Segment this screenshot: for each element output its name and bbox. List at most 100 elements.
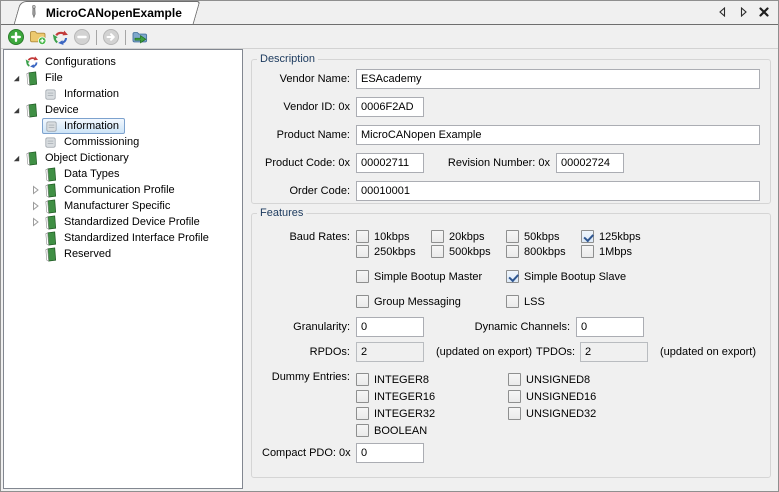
vendor-id-field[interactable] — [356, 97, 424, 117]
checkbox-simple-bootup-master[interactable]: Simple Bootup Master — [356, 270, 506, 283]
tree-item-device-information-selected[interactable]: Information — [4, 118, 242, 134]
tree-item-file[interactable]: File — [4, 70, 242, 86]
tree-item-commissioning[interactable]: Commissioning — [4, 134, 242, 150]
checkbox-125kbps[interactable]: 125kbps — [581, 230, 656, 243]
tree-item-standardized-interface-profile[interactable]: Standardized Interface Profile — [4, 230, 242, 246]
granularity-field[interactable] — [356, 317, 424, 337]
checkbox-500kbps[interactable]: 500kbps — [431, 245, 506, 258]
checkbox-box[interactable] — [508, 373, 521, 386]
tree-item-label: Commissioning — [62, 136, 141, 148]
checkbox-20kbps[interactable]: 20kbps — [431, 230, 506, 243]
checkbox-250kbps[interactable]: 250kbps — [356, 245, 431, 258]
tree-item-label: Standardized Interface Profile — [62, 232, 211, 244]
tree-item-standardized-device-profile[interactable]: Standardized Device Profile — [4, 214, 242, 230]
checkbox-group-messaging[interactable]: Group Messaging — [356, 295, 506, 308]
configurations-button[interactable] — [49, 27, 71, 48]
expander-collapsed-icon[interactable] — [27, 182, 43, 198]
checkbox-unsigned16[interactable]: UNSIGNED16 — [508, 388, 596, 405]
dummy-entries-label: Dummy Entries: — [262, 371, 350, 383]
close-icon[interactable] — [758, 6, 770, 18]
checkbox-box[interactable] — [356, 295, 369, 308]
new-button[interactable] — [5, 27, 27, 48]
checkbox-box[interactable] — [356, 245, 369, 258]
green-sphere-plus-icon — [7, 28, 25, 46]
checkbox-box[interactable] — [506, 295, 519, 308]
export-button[interactable] — [129, 27, 151, 48]
checkbox-label: 10kbps — [374, 231, 409, 243]
tree-item-communication-profile[interactable]: Communication Profile — [4, 182, 242, 198]
checkbox-10kbps[interactable]: 10kbps — [356, 230, 431, 243]
checkbox-box[interactable] — [431, 230, 444, 243]
pen-icon — [28, 4, 40, 22]
revision-number-field[interactable] — [556, 153, 624, 173]
checkbox-box[interactable] — [356, 407, 369, 420]
checkbox-simple-bootup-slave[interactable]: Simple Bootup Slave — [506, 270, 626, 283]
product-name-field[interactable] — [356, 125, 760, 145]
tree-item-label: Reserved — [62, 248, 113, 260]
checkbox-label: Simple Bootup Master — [374, 271, 482, 283]
checkbox-unsigned32[interactable]: UNSIGNED32 — [508, 405, 596, 422]
checkbox-label: Simple Bootup Slave — [524, 271, 626, 283]
go-button-disabled[interactable] — [100, 27, 122, 48]
checkbox-box[interactable] — [581, 245, 594, 258]
expander-collapsed-icon[interactable] — [27, 214, 43, 230]
expander-slot — [27, 246, 43, 262]
order-code-field[interactable] — [356, 181, 760, 201]
checkbox-box[interactable] — [506, 245, 519, 258]
expander-collapsed-icon[interactable] — [27, 198, 43, 214]
tree-item-configurations[interactable]: Configurations — [4, 54, 242, 70]
checkbox-unsigned8[interactable]: UNSIGNED8 — [508, 371, 596, 388]
expander-expanded-icon[interactable] — [8, 70, 24, 86]
checkbox-box[interactable] — [356, 270, 369, 283]
vendor-name-label: Vendor Name: — [262, 73, 350, 85]
expander-slot — [8, 54, 24, 70]
tree-item-data-types[interactable]: Data Types — [4, 166, 242, 182]
expander-expanded-icon[interactable] — [8, 150, 24, 166]
checkbox-box[interactable] — [356, 390, 369, 403]
checkbox-box[interactable] — [506, 270, 519, 283]
dynamic-channels-label: Dynamic Channels: — [424, 321, 570, 333]
checkbox-box[interactable] — [356, 373, 369, 386]
checkbox-boolean[interactable]: BOOLEAN — [356, 422, 508, 439]
tree-item-label: Configurations — [43, 56, 118, 68]
checkbox-box[interactable] — [508, 407, 521, 420]
checkbox-box[interactable] — [581, 230, 594, 243]
tpdos-label: TPDOs: — [536, 346, 574, 358]
open-button[interactable] — [27, 27, 49, 48]
checkbox-box[interactable] — [356, 230, 369, 243]
expander-expanded-icon[interactable] — [8, 102, 24, 118]
tree-item-device[interactable]: Device — [4, 102, 242, 118]
checkbox-box[interactable] — [506, 230, 519, 243]
expander-slot — [27, 166, 43, 182]
tree-item-label: Standardized Device Profile — [62, 216, 202, 228]
checkbox-box[interactable] — [431, 245, 444, 258]
tree-item-label: Information — [62, 88, 121, 100]
remove-button-disabled[interactable] — [71, 27, 93, 48]
vendor-name-field[interactable] — [356, 69, 760, 89]
compact-pdo-field[interactable] — [356, 443, 424, 463]
right-arrow-icon[interactable] — [737, 6, 749, 18]
expander-slot — [27, 134, 43, 150]
tree-item-reserved[interactable]: Reserved — [4, 246, 242, 262]
compact-pdo-label: Compact PDO: 0x — [262, 447, 350, 459]
checkbox-box[interactable] — [508, 390, 521, 403]
book-icon — [43, 231, 58, 246]
dynamic-channels-field[interactable] — [576, 317, 644, 337]
checkbox-label: INTEGER8 — [374, 374, 429, 386]
checkbox-800kbps[interactable]: 800kbps — [506, 245, 581, 258]
checkbox-box[interactable] — [356, 424, 369, 437]
checkbox-lss[interactable]: LSS — [506, 295, 545, 308]
checkbox-integer8[interactable]: INTEGER8 — [356, 371, 508, 388]
checkbox-integer32[interactable]: INTEGER32 — [356, 405, 508, 422]
checkbox-1mbps[interactable]: 1Mbps — [581, 245, 656, 258]
product-code-field[interactable] — [356, 153, 424, 173]
left-arrow-icon[interactable] — [716, 6, 728, 18]
description-groupbox-title: Description — [257, 53, 318, 65]
checkbox-integer16[interactable]: INTEGER16 — [356, 388, 508, 405]
tree-item-manufacturer-specific[interactable]: Manufacturer Specific — [4, 198, 242, 214]
book-icon — [43, 247, 58, 262]
tree-item-file-information[interactable]: Information — [4, 86, 242, 102]
checkbox-50kbps[interactable]: 50kbps — [506, 230, 581, 243]
tree-item-object-dictionary[interactable]: Object Dictionary — [4, 150, 242, 166]
tab-microcanopenexample[interactable]: MicroCANopenExample — [14, 1, 201, 24]
